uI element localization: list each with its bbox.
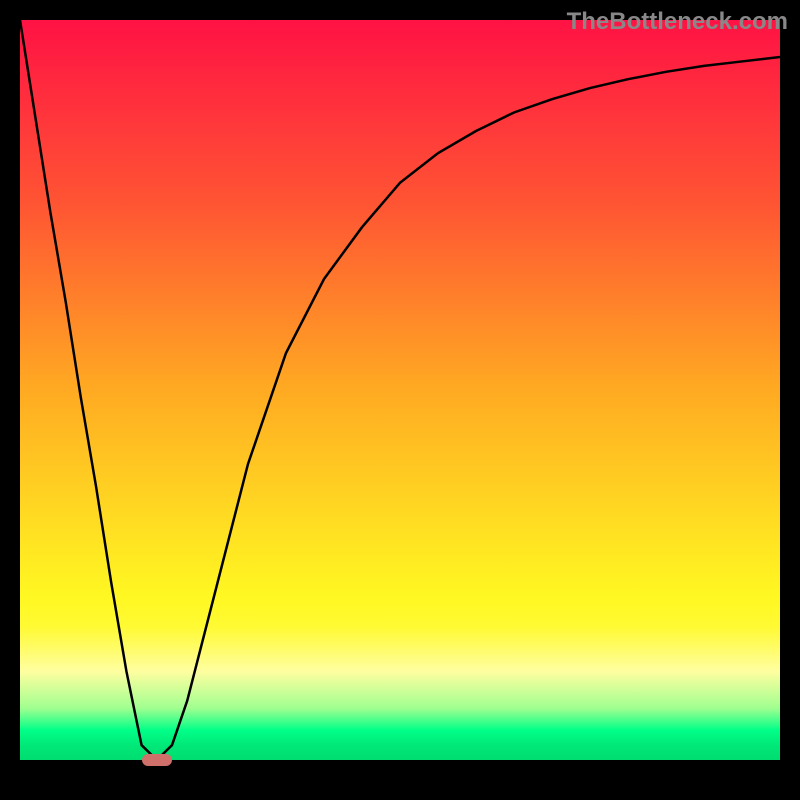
chart-container: TheBottleneck.com xyxy=(0,0,800,800)
bottleneck-curve xyxy=(20,20,780,760)
watermark-text: TheBottleneck.com xyxy=(567,8,788,36)
optimal-marker xyxy=(142,754,172,766)
